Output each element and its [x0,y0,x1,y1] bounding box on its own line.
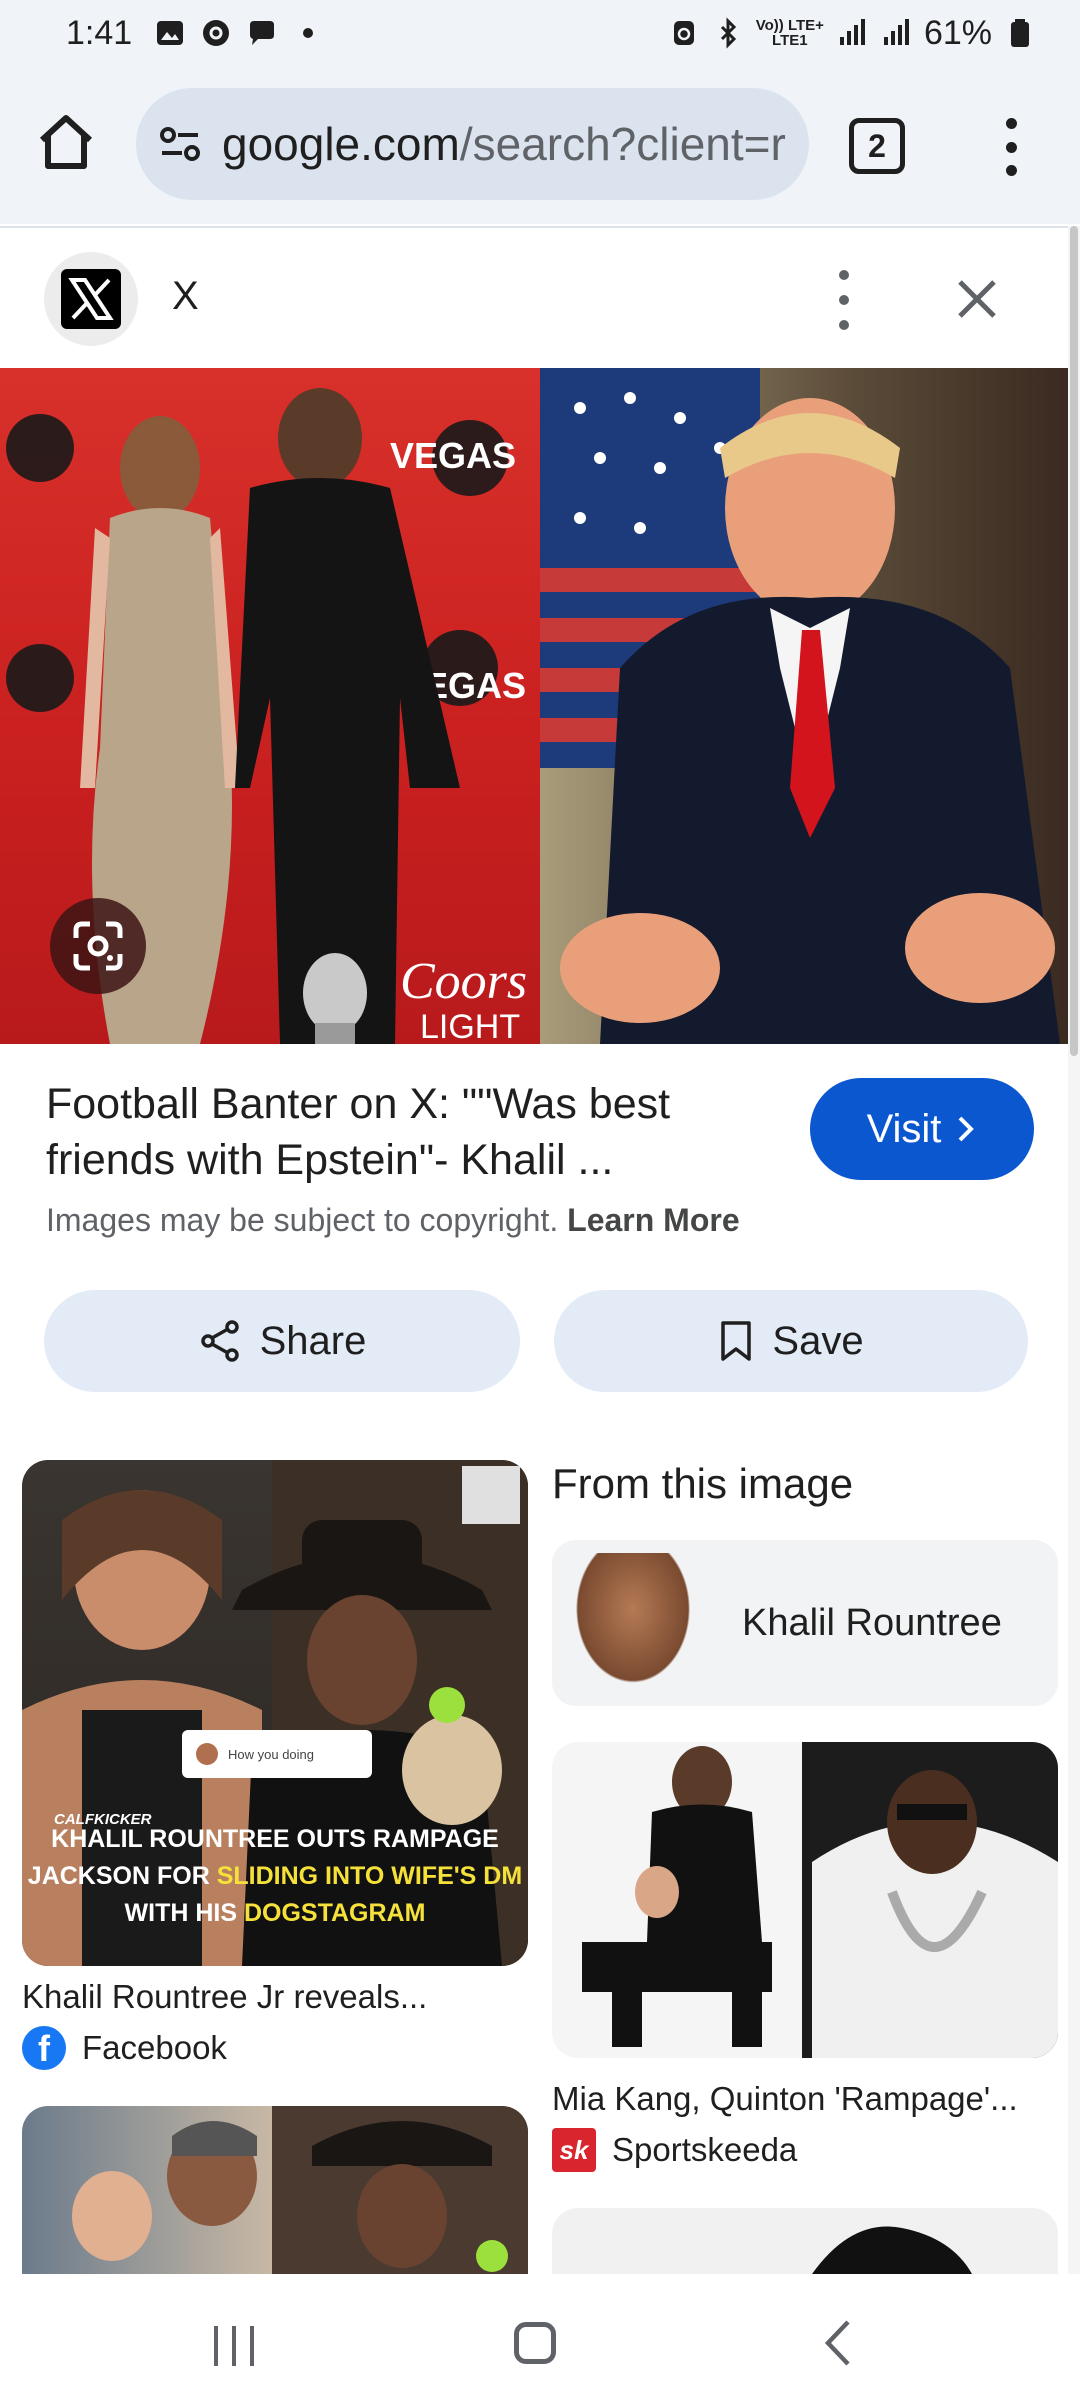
system-navigation-bar [0,2274,1080,2408]
caption-line: WITH HIS DOGSTAGRAM [22,1895,528,1932]
chat-snippet: How you doing [182,1730,372,1778]
url-text: google.com/search?client=r [222,117,786,171]
result-title[interactable]: Football Banter on X: ""Was best friends… [46,1076,746,1188]
related-image-graphic [812,2226,972,2274]
image-panel-header: X [0,226,1068,368]
menu-dot [1005,141,1017,153]
related-image-card-partial[interactable] [552,2208,1058,2274]
share-icon [200,1320,239,1362]
battery-icon [1011,19,1029,47]
related-card-source[interactable]: f Facebook [22,2026,227,2070]
gallery-icon [157,21,184,45]
learn-more-link[interactable]: Learn More [567,1202,739,1238]
menu-dot [1005,118,1017,129]
copyright-notice: Images may be subject to copyright. Lear… [46,1202,740,1239]
site-settings-icon[interactable] [158,122,202,166]
source-logo[interactable] [44,252,138,346]
source-label: Facebook [82,2029,227,2066]
save-button[interactable]: Save [554,1290,1028,1392]
notification-icons [154,17,324,49]
url-path: /search?client=r [459,118,786,170]
scrollbar-thumb[interactable] [1070,226,1078,1056]
source-name[interactable]: X [172,274,199,319]
address-bar[interactable]: google.com/search?client=r [136,88,809,200]
caption-highlight: SLIDING INTO WIFE'S DM [216,1862,523,1890]
home-icon[interactable] [34,110,98,174]
bookmark-icon [721,1321,752,1361]
google-lens-button[interactable] [50,898,146,994]
home-nav-icon[interactable] [514,2322,556,2364]
related-card-title[interactable]: Khalil Rountree Jr reveals... [22,1978,427,2016]
network-label: Vo)) LTE+ LTE1 [756,18,824,48]
entity-name: Khalil Rountree [742,1601,1002,1644]
close-icon[interactable] [952,274,1002,324]
network-line2: LTE1 [772,32,808,49]
related-image-graphic [72,2106,528,2274]
source-label: Sportskeeda [612,2131,798,2168]
related-image-card[interactable]: How you doing CALFKICKER KHALIL ROUNTREE… [22,1460,528,1966]
caption-segment: WITH HIS [124,1899,244,1927]
related-image-card[interactable] [552,1742,1058,2058]
image-caption: KHALIL ROUNTREE OUTS RAMPAGE JACKSON FOR… [22,1821,528,1932]
from-this-image-heading: From this image [552,1460,854,1507]
caption-line: JACKSON FOR SLIDING INTO WIFE'S DM [22,1858,528,1895]
caption-highlight: DOGSTAGRAM [243,1899,426,1927]
related-image-card-partial[interactable] [22,2106,528,2274]
related-image-graphic [552,1742,1058,2058]
panel-more-options-button[interactable] [829,270,859,330]
backdrop-text: Coors [400,953,527,1010]
image-left-half: VEGAS VEGAS Coors LIGHT [0,368,540,1044]
network-line1: Vo)) LTE+ [755,17,824,34]
chat-text: How you doing [228,1746,314,1762]
menu-dot [839,320,849,330]
sportskeeda-icon: sk [552,2128,596,2172]
more-notifications-icon [303,28,314,38]
menu-dot [839,270,849,280]
visit-label: Visit [866,1106,942,1151]
status-time: 1:41 [66,13,133,52]
facebook-icon: f [22,2026,66,2070]
visit-button[interactable]: Visit [810,1078,1034,1180]
related-card-title[interactable]: Mia Kang, Quinton 'Rampage'... [552,2080,1018,2118]
chevron-right-icon [959,1116,975,1142]
signal-icon-2 [883,19,909,45]
backdrop-text: VEGAS [390,435,516,476]
portrait-graphic [540,368,1060,1044]
lens-icon [73,921,123,971]
avatar [196,1743,218,1765]
caption-segment: JACKSON FOR [27,1862,217,1890]
entity-thumbnail [568,1553,698,1693]
backdrop-text: LIGHT [420,1008,520,1044]
recent-apps-icon[interactable] [210,2322,258,2370]
entity-chip[interactable]: Khalil Rountree [552,1540,1058,1706]
related-card-source[interactable]: sk Sportskeeda [552,2128,797,2172]
save-label: Save [772,1318,864,1363]
share-button[interactable]: Share [44,1290,520,1392]
battery-percent: 61% [923,13,992,52]
caption-line: KHALIL ROUNTREE OUTS RAMPAGE [51,1825,499,1853]
browser-menu-button[interactable] [996,112,1026,182]
url-host: google.com [222,118,460,170]
tab-switcher-button[interactable]: 2 [849,118,905,174]
main-result-image[interactable]: VEGAS VEGAS Coors LIGHT [0,368,1068,1044]
threads-icon [203,20,230,46]
menu-dot [1005,165,1017,176]
image-right-half [540,368,1068,1044]
system-status: Vo)) LTE+ LTE1 61% [668,14,1036,53]
back-icon[interactable] [820,2318,854,2368]
status-bar: 1:41 Vo)) LTE+ LTE1 61% [0,0,1080,66]
data-saver-icon [673,21,694,45]
share-label: Share [259,1318,367,1363]
copyright-text: Images may be subject to copyright. [46,1202,559,1238]
menu-dot [839,295,849,305]
signal-icon [839,19,865,45]
bluetooth-icon [720,17,736,49]
x-logo-icon [61,269,121,329]
chat-icon [250,21,275,45]
browser-toolbar: google.com/search?client=r 2 [0,66,1080,224]
